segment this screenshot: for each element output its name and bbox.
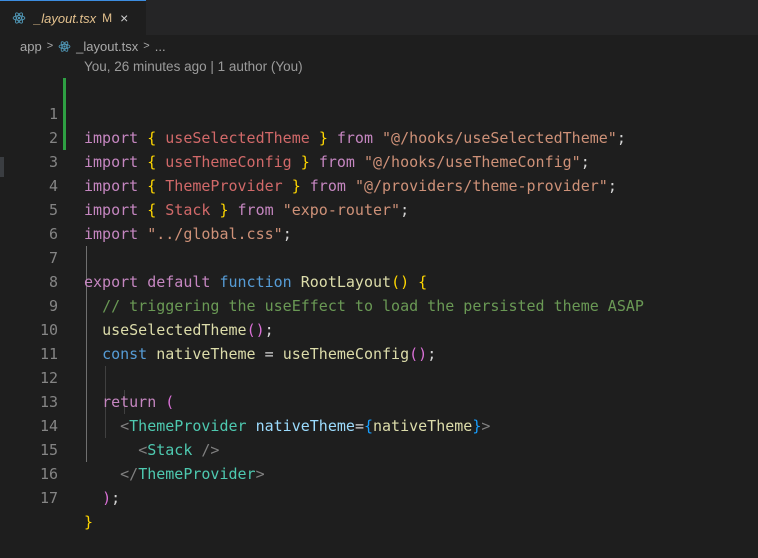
code-line[interactable]: 10 const nativeTheme = useThemeConfig();	[0, 294, 758, 363]
code-line[interactable]: 6	[0, 198, 758, 243]
code-line[interactable]: 14 <Stack />	[0, 390, 758, 459]
breadcrumb-folder-app[interactable]: app	[20, 39, 42, 54]
tab-label: _layout.tsx	[34, 10, 97, 26]
code-line[interactable]: 2 import { useThemeConfig } from "@/hook…	[0, 102, 758, 171]
chevron-right-icon: >	[46, 40, 54, 52]
modified-indicator: M	[102, 11, 113, 25]
breadcrumb: app > _layout.tsx > ...	[0, 35, 758, 57]
code-line[interactable]: 4 import { Stack } from "expo-router";	[0, 150, 758, 219]
code-line[interactable]: 13 <ThemeProvider nativeTheme={nativeThe…	[0, 366, 758, 435]
code-line[interactable]: 17 }	[0, 462, 758, 531]
breadcrumb-file[interactable]: _layout.tsx	[76, 39, 138, 54]
code-line[interactable]: 16 );	[0, 438, 758, 507]
close-icon[interactable]: ×	[120, 11, 128, 25]
code-line[interactable]: 1 import { useSelectedTheme } from "@/ho…	[0, 78, 758, 147]
code-line[interactable]: 9 useSelectedTheme();	[0, 270, 758, 339]
react-icon	[58, 40, 71, 52]
code-line[interactable]: 8 // triggering the useEffect to load th…	[0, 246, 758, 315]
code-line[interactable]: 5 import "../global.css";	[0, 174, 758, 243]
tab-layout-tsx[interactable]: _layout.tsx M ×	[0, 0, 146, 35]
react-icon	[12, 12, 26, 24]
line-number: 17	[39, 489, 58, 507]
code-line[interactable]: 12 return (	[0, 342, 758, 411]
breadcrumb-more[interactable]: ...	[155, 39, 166, 54]
code-line[interactable]: 15 </ThemeProvider>	[0, 414, 758, 483]
code-line[interactable]: 3 import { ThemeProvider } from "@/provi…	[0, 126, 758, 195]
code-editor[interactable]: You, 26 minutes ago | 1 author (You) 1 i…	[0, 57, 758, 531]
code-line[interactable]: 7 export default function RootLayout() {	[0, 222, 758, 291]
code-line[interactable]: 11	[0, 318, 758, 363]
chevron-right-icon: >	[143, 40, 150, 52]
git-blame-annotation[interactable]: You, 26 minutes ago | 1 author (You)	[84, 59, 303, 74]
tab-bar: _layout.tsx M ×	[0, 0, 758, 35]
